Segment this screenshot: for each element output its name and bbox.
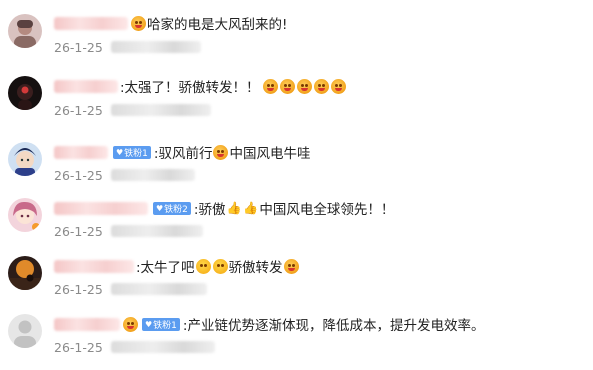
- fan-badge: ♥ 铁粉1: [113, 145, 151, 159]
- username-blurred[interactable]: [54, 145, 108, 159]
- heart-icon: ♥: [145, 319, 153, 329]
- fan-badge: ♥ 铁粉1: [142, 317, 180, 331]
- comment-meta: 26-1-25: [54, 338, 215, 356]
- crying-emoji-icon: [131, 15, 146, 31]
- comment-text: :太强了！骄傲转发！！: [120, 80, 260, 96]
- location-blurred: [110, 225, 203, 237]
- comment-line: ♥ 铁粉1 :产业链优势逐渐体现，降低成本，提升发电效率。: [54, 314, 484, 334]
- comment-item: ♥ 铁粉2 :骄傲 👍 👍 中国风电全球领先！！ 26-1-25: [0, 189, 593, 249]
- location-blurred: [110, 41, 201, 53]
- crying-emoji-icon: [296, 78, 312, 94]
- comment-meta: 26-1-25: [54, 166, 195, 184]
- avatar[interactable]: [8, 314, 42, 348]
- username-blurred[interactable]: [54, 259, 134, 273]
- thumbs-up-icon: 👍: [226, 201, 242, 215]
- avatar[interactable]: [8, 76, 42, 110]
- comment-meta: 26-1-25: [54, 222, 203, 240]
- comment-item: ♥ 铁粉1 :产业链优势逐渐体现，降低成本，提升发电效率。 26-1-25: [0, 304, 593, 364]
- avatar[interactable]: [8, 142, 42, 176]
- crying-emoji-icon: [313, 78, 329, 94]
- comment-item: :太牛了吧 骄傲转发 26-1-25: [0, 246, 593, 306]
- teary-emoji-icon: [212, 258, 228, 274]
- crying-emoji-icon: [330, 78, 346, 94]
- comment-item: ♥ 铁粉1 :驭风前行 中国风电牛哇 26-1-25: [0, 132, 593, 192]
- comment-item: 哈家的电是大风刮来的! 26-1-25: [0, 0, 593, 60]
- username-blurred[interactable]: [54, 79, 118, 93]
- location-blurred: [110, 283, 207, 295]
- comment-text: :驭风前行: [153, 146, 213, 162]
- username-blurred[interactable]: [54, 16, 128, 30]
- heart-icon: ♥: [156, 203, 164, 213]
- comment-meta: 26-1-25: [54, 38, 201, 56]
- avatar[interactable]: [8, 256, 42, 290]
- comment-date: 26-1-25: [54, 39, 103, 55]
- fan-badge: ♥ 铁粉2: [153, 201, 191, 215]
- crying-emoji-icon: [283, 258, 299, 274]
- heart-icon: ♥: [116, 147, 124, 157]
- comment-meta: 26-1-25: [54, 280, 207, 298]
- username-blurred[interactable]: [54, 201, 148, 215]
- fan-badge-label: 铁粉1: [153, 320, 177, 331]
- avatar[interactable]: [8, 198, 42, 232]
- crying-emoji-icon: [262, 78, 278, 94]
- avatar[interactable]: [8, 14, 42, 48]
- comment-text-cont: 中国风电牛哇: [229, 146, 311, 162]
- comment-list: 哈家的电是大风刮来的! 26-1-25 :太强了！骄傲转发！！ 26-1-25 …: [0, 0, 593, 370]
- comment-line: 哈家的电是大风刮来的!: [54, 13, 287, 33]
- comment-text: :太牛了吧: [136, 260, 195, 276]
- location-blurred: [110, 341, 215, 353]
- comment-item: :太强了！骄傲转发！！ 26-1-25: [0, 66, 593, 126]
- comment-line: ♥ 铁粉2 :骄傲 👍 👍 中国风电全球领先！！: [54, 198, 394, 218]
- crying-emoji-icon: [279, 78, 295, 94]
- comment-text-cont: 骄傲转发: [228, 260, 283, 276]
- teary-emoji-icon: [195, 258, 211, 274]
- comment-text: :产业链优势逐渐体现，降低成本，提升发电效率。: [182, 318, 485, 334]
- location-blurred: [110, 104, 211, 116]
- fan-badge-label: 铁粉2: [164, 204, 188, 215]
- location-blurred: [110, 169, 195, 181]
- comment-line: :太强了！骄傲转发！！: [54, 76, 347, 96]
- username-blurred[interactable]: [54, 317, 120, 331]
- crying-emoji-icon: [213, 144, 229, 160]
- comment-date: 26-1-25: [54, 223, 103, 239]
- comment-date: 26-1-25: [54, 167, 103, 183]
- comment-date: 26-1-25: [54, 339, 103, 355]
- comment-line: ♥ 铁粉1 :驭风前行 中国风电牛哇: [54, 142, 310, 162]
- comment-meta: 26-1-25: [54, 101, 211, 119]
- comment-line: :太牛了吧 骄傲转发: [54, 256, 300, 276]
- crown-icon: [123, 316, 138, 332]
- comment-date: 26-1-25: [54, 281, 103, 297]
- comment-text: 哈家的电是大风刮来的!: [147, 17, 288, 33]
- comment-text-cont: 中国风电全球领先！！: [259, 202, 395, 218]
- comment-date: 26-1-25: [54, 102, 103, 118]
- comment-text: :骄傲: [193, 202, 226, 218]
- fan-badge-label: 铁粉1: [124, 148, 148, 159]
- thumbs-up-icon: 👍: [243, 201, 259, 215]
